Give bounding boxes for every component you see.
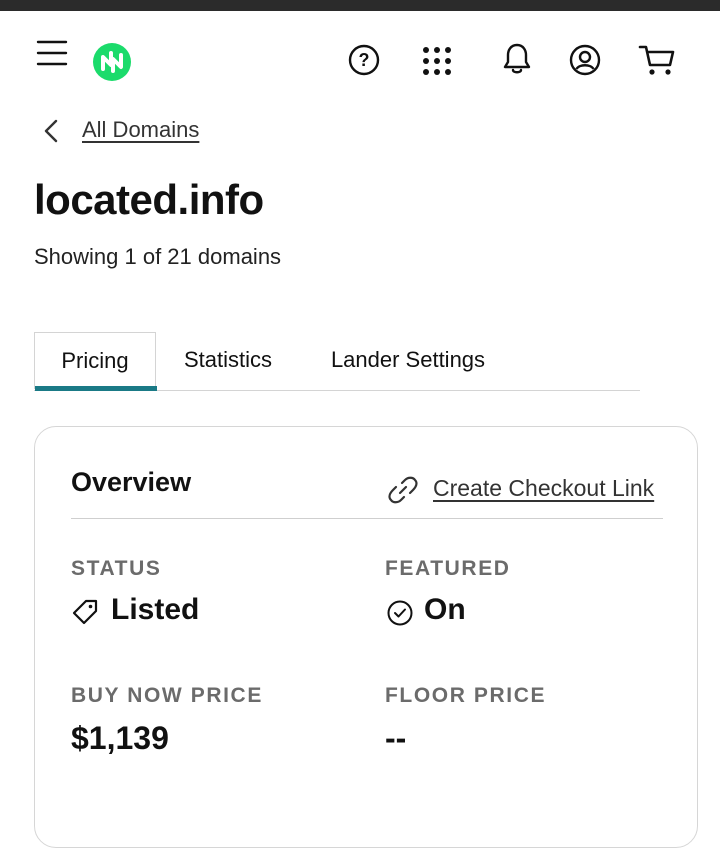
user-icon[interactable] bbox=[569, 44, 601, 76]
active-tab-indicator bbox=[35, 386, 157, 391]
floor-price-value: -- bbox=[385, 720, 407, 756]
tab-lander-settings[interactable]: Lander Settings bbox=[314, 332, 502, 388]
tab-statistics[interactable]: Statistics bbox=[168, 332, 288, 388]
all-domains-link[interactable]: All Domains bbox=[82, 117, 199, 143]
domain-tabs: Pricing Statistics Lander Settings bbox=[34, 332, 640, 391]
featured-value: On bbox=[424, 593, 466, 626]
bell-icon[interactable] bbox=[502, 42, 532, 76]
page-title: located.info bbox=[34, 176, 264, 223]
status-label: STATUS bbox=[71, 557, 162, 580]
app-grid-icon[interactable] bbox=[422, 46, 452, 76]
status-bar bbox=[0, 0, 720, 11]
tag-icon bbox=[71, 598, 99, 631]
overview-title: Overview bbox=[71, 467, 192, 497]
cart-icon[interactable] bbox=[638, 43, 676, 77]
create-checkout-link[interactable]: Create Checkout Link bbox=[433, 475, 654, 502]
floor-price-label: FLOOR PRICE bbox=[385, 684, 547, 707]
overview-divider bbox=[71, 518, 663, 519]
tab-pricing[interactable]: Pricing bbox=[34, 332, 157, 391]
status-value: Listed bbox=[111, 593, 200, 626]
overview-card: Overview Create Checkout Link STATUS Lis… bbox=[34, 426, 698, 848]
link-icon[interactable] bbox=[387, 473, 419, 507]
brand-logo[interactable] bbox=[92, 42, 132, 82]
buy-now-price-value: $1,139 bbox=[71, 720, 169, 756]
help-icon[interactable]: ? bbox=[348, 44, 380, 76]
buy-now-price-label: BUY NOW PRICE bbox=[71, 684, 263, 707]
svg-text:?: ? bbox=[359, 50, 370, 70]
featured-label: FEATURED bbox=[385, 557, 511, 580]
domain-count-text: Showing 1 of 21 domains bbox=[34, 244, 282, 269]
hamburger-menu-icon[interactable] bbox=[36, 39, 68, 67]
tab-statistics-label: Statistics bbox=[183, 347, 273, 372]
tab-lander-settings-label: Lander Settings bbox=[330, 347, 486, 372]
top-navigation-bar: ? bbox=[0, 11, 720, 97]
check-circle-icon bbox=[386, 599, 414, 632]
back-chevron-icon[interactable] bbox=[40, 114, 62, 148]
tab-pricing-label: Pricing bbox=[61, 348, 129, 373]
